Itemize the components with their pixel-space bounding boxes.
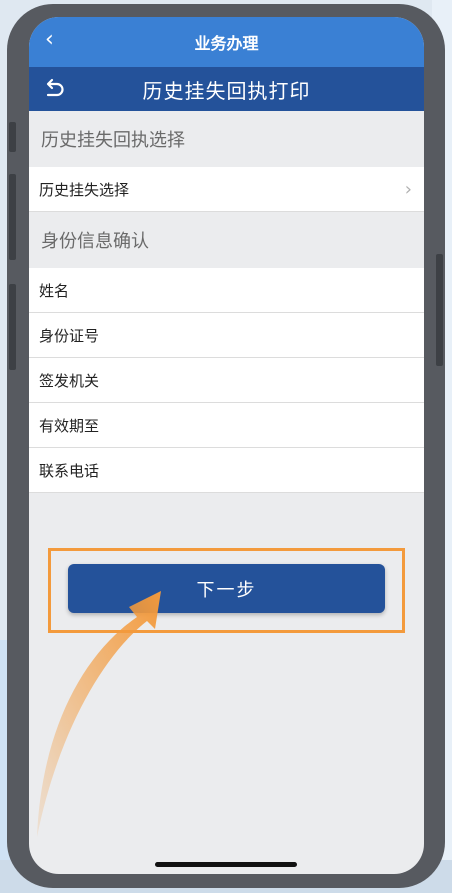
- phone-frame: ‹ 业务办理 历史挂失回执打印 历史挂失回执选择 历史挂失选择 › 身份信息确认…: [7, 4, 445, 888]
- pointer-arrow-graphic: [37, 591, 161, 837]
- phone-screen: ‹ 业务办理 历史挂失回执打印 历史挂失回执选择 历史挂失选择 › 身份信息确认…: [29, 17, 424, 874]
- phone-volume-up-button: [9, 174, 16, 260]
- phone-power-button: [436, 254, 443, 366]
- home-indicator[interactable]: [155, 862, 297, 867]
- phone-side-button: [9, 122, 16, 152]
- phone-volume-down-button: [9, 284, 16, 370]
